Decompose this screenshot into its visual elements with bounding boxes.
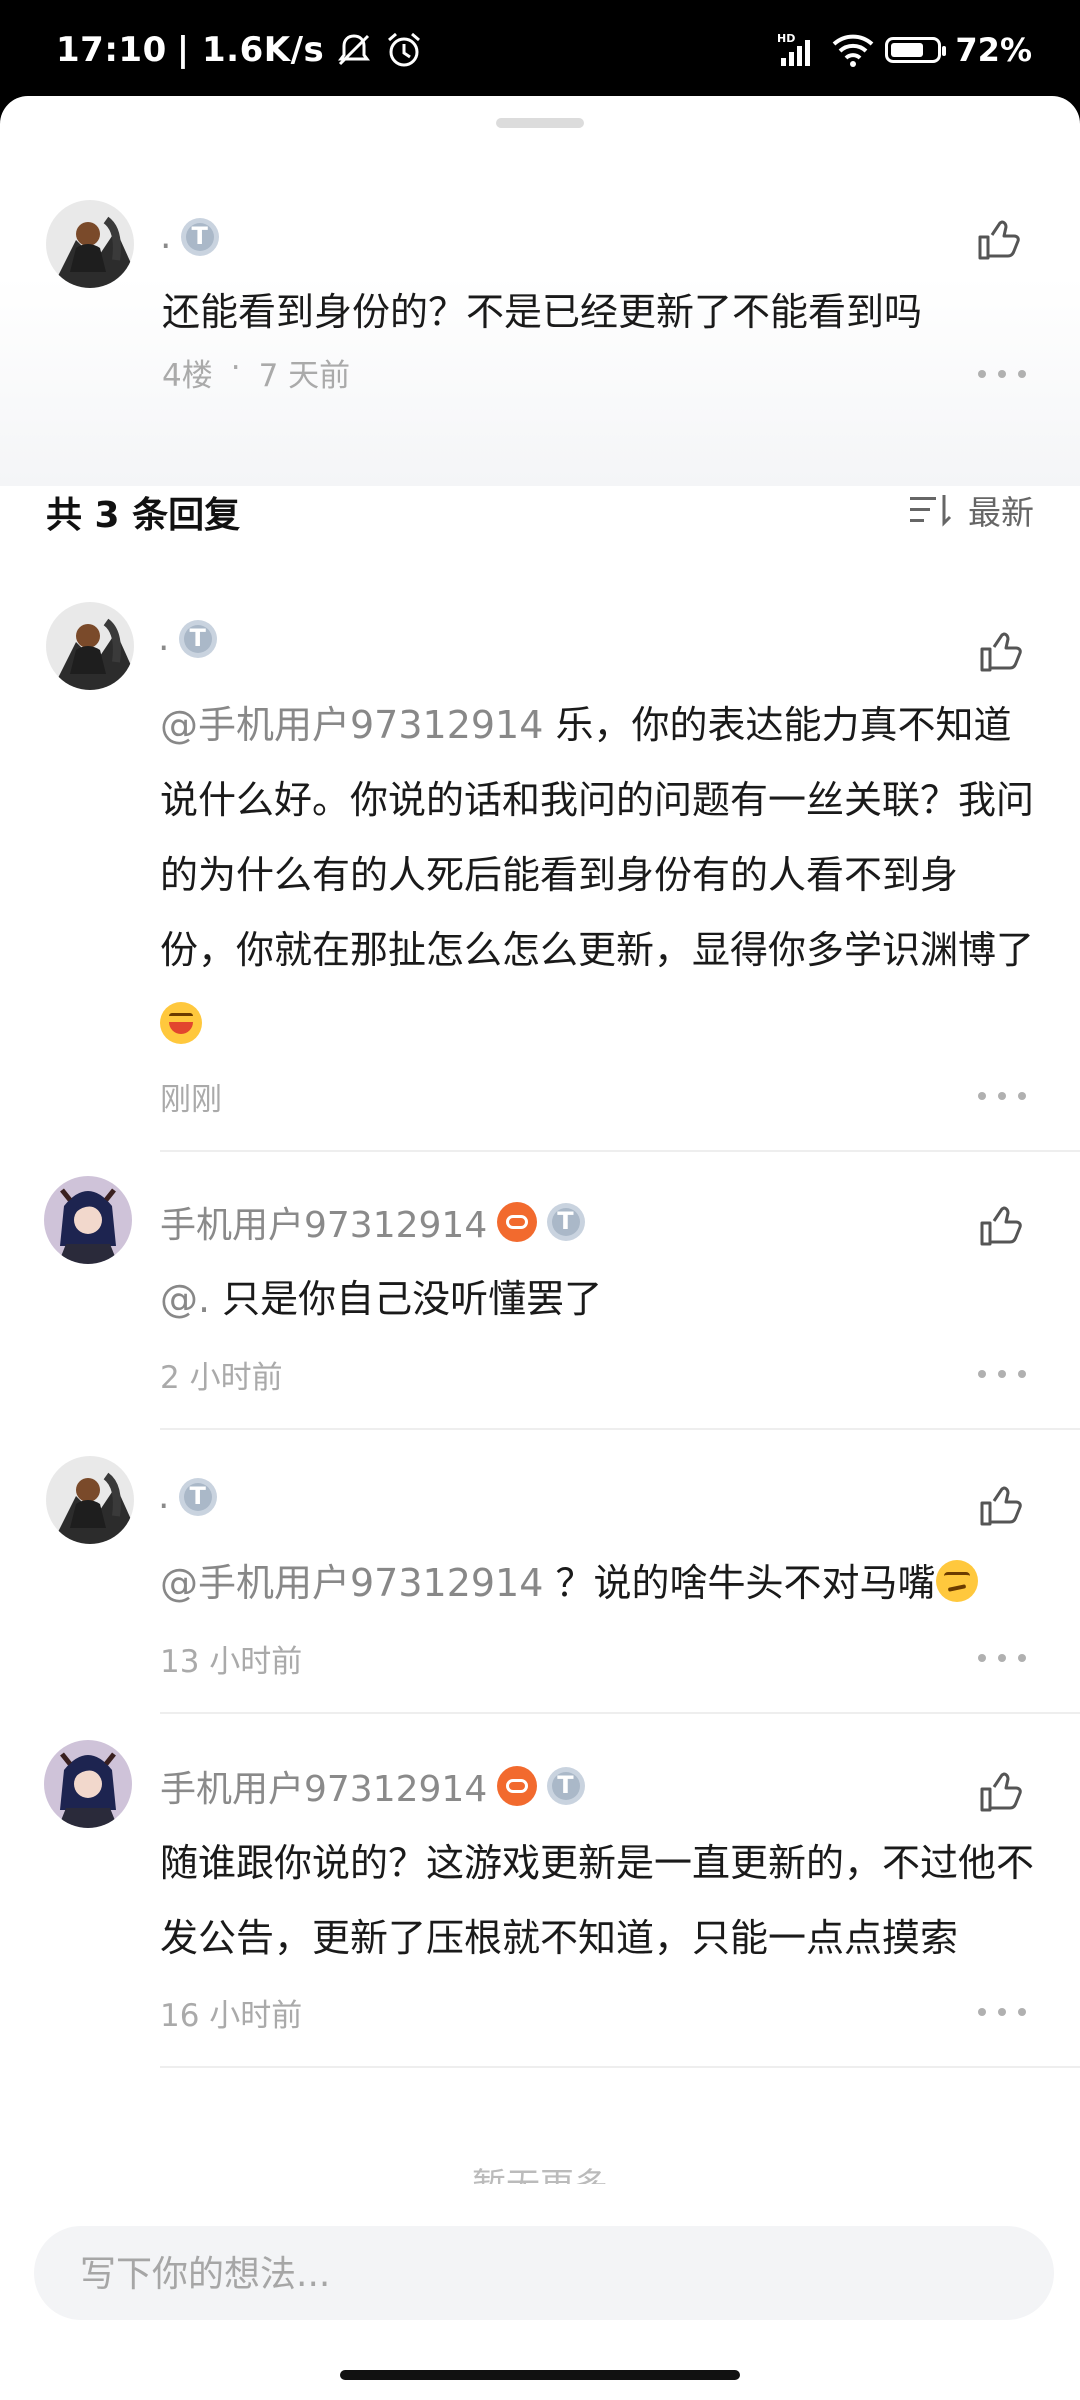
- more-options-icon[interactable]: [978, 1090, 1026, 1102]
- more-options-icon[interactable]: [978, 1368, 1026, 1380]
- meta-dot: ·: [230, 350, 241, 386]
- level-badge-icon: [547, 1203, 586, 1241]
- sort-label: 最新: [968, 493, 1034, 532]
- mention-link[interactable]: @手机用户97312914: [160, 1561, 543, 1605]
- alarm-icon: [384, 30, 424, 70]
- timestamp: 2 小时前: [160, 1360, 283, 1396]
- avatar[interactable]: [44, 1176, 132, 1264]
- battery-level: [891, 43, 924, 57]
- reply-line: 说什么好。你说的话和我问的问题有一丝关联？我问: [160, 778, 1035, 822]
- like-icon[interactable]: [976, 628, 1024, 676]
- more-options-icon[interactable]: [978, 1652, 1026, 1664]
- comment-input[interactable]: [78, 2226, 982, 2322]
- username[interactable]: .: [158, 618, 169, 659]
- timestamp: 16 小时前: [160, 1998, 303, 2034]
- timestamp: 刚刚: [160, 1082, 222, 1118]
- reply-author: .: [158, 618, 218, 659]
- reply-author: .: [158, 1476, 218, 1517]
- hd-signal-icon: HD: [777, 30, 817, 70]
- like-icon[interactable]: [974, 216, 1022, 264]
- sort-button[interactable]: 最新: [910, 486, 1034, 534]
- timestamp: 13 小时前: [160, 1644, 303, 1680]
- reply-line: 只是你自己没听懂罢了: [210, 1277, 603, 1321]
- network-speed: | 1.6K/s: [176, 30, 325, 70]
- avatar[interactable]: [44, 1740, 132, 1828]
- svg-text:HD: HD: [777, 32, 795, 45]
- username[interactable]: 手机用户97312914: [160, 1196, 487, 1248]
- comment-text: 还能看到身份的？不是已经更新了不能看到吗: [162, 290, 923, 334]
- game-badge-icon: [497, 1766, 538, 1806]
- avatar[interactable]: [46, 602, 134, 690]
- reply-text: @手机用户97312914 乐，你的表达能力真不知道 说什么好。你说的话和我问的…: [160, 688, 1060, 1063]
- reply-line: 随谁跟你说的？这游戏更新是一直更新的，不过他不: [160, 1841, 1035, 1885]
- reply-line: ？说的啥牛头不对马嘴: [543, 1561, 936, 1605]
- more-options-icon[interactable]: [978, 368, 1026, 380]
- reply-line: 发公告，更新了压根就不知道，只能一点点摸索: [160, 1916, 959, 1960]
- laughing-emoji-icon: [160, 1002, 202, 1044]
- username[interactable]: 手机用户97312914: [160, 1760, 487, 1812]
- mute-bell-icon: [334, 30, 374, 70]
- status-bar: 17:10 | 1.6K/s HD 72%: [0, 0, 1080, 96]
- level-badge-icon: [181, 217, 220, 256]
- level-badge-icon: [179, 1477, 218, 1516]
- reply-line: 份，你就在那扯怎么怎么更新，显得你多学识渊博了: [160, 928, 1035, 972]
- reply-line: 的为什么有的人死后能看到身份有的人看不到身: [160, 853, 959, 897]
- level-badge-icon: [179, 619, 218, 658]
- reply-author: 手机用户97312914: [160, 1196, 586, 1248]
- reply-text: @手机用户97312914 ？说的啥牛头不对马嘴: [160, 1546, 978, 1621]
- drag-handle[interactable]: [496, 118, 584, 128]
- status-left: 17:10 | 1.6K/s: [56, 30, 424, 70]
- avatar[interactable]: [46, 200, 134, 288]
- wifi-icon: [831, 30, 874, 70]
- more-options-icon[interactable]: [978, 2006, 1026, 2018]
- like-icon[interactable]: [976, 1202, 1024, 1250]
- divider: [160, 1150, 1080, 1152]
- reply-author: 手机用户97312914: [160, 1760, 586, 1812]
- home-indicator[interactable]: [340, 2370, 740, 2380]
- mention-link[interactable]: @.: [160, 1277, 210, 1321]
- mention-link[interactable]: @手机用户97312914: [160, 703, 543, 747]
- reply-line: 乐，你的表达能力真不知道: [543, 703, 1012, 747]
- sort-icon: [910, 493, 952, 527]
- reply-count: 共 3 条回复: [46, 495, 241, 536]
- comment-sheet: . 还能看到身份的？不是已经更新了不能看到吗 4楼 · 7 天前 共 3 条回复…: [0, 96, 1080, 2400]
- username[interactable]: .: [158, 1476, 169, 1517]
- divider: [160, 2066, 1080, 2068]
- divider: [160, 1712, 1080, 1714]
- battery-icon: [885, 37, 947, 63]
- comment-author: .: [160, 216, 220, 257]
- timestamp: 7 天前: [258, 358, 351, 394]
- divider: [160, 1428, 1080, 1430]
- avatar[interactable]: [46, 1456, 134, 1544]
- load-more-text: 暂无更多: [0, 2158, 1080, 2184]
- reply-text: 随谁跟你说的？这游戏更新是一直更新的，不过他不 发公告，更新了压根就不知道，只能…: [160, 1826, 1060, 1976]
- like-icon[interactable]: [976, 1768, 1024, 1816]
- battery-percent: 72%: [955, 31, 1032, 69]
- comment-input-container[interactable]: [34, 2226, 1054, 2322]
- game-badge-icon: [497, 1202, 538, 1242]
- squint-emoji-icon: [935, 1560, 978, 1602]
- level-badge-icon: [547, 1767, 586, 1805]
- status-right: HD 72%: [777, 30, 1032, 70]
- like-icon[interactable]: [976, 1482, 1024, 1530]
- clock: 17:10: [56, 30, 167, 70]
- reply-text: @. 只是你自己没听懂罢了: [160, 1262, 602, 1337]
- main-comment: . 还能看到身份的？不是已经更新了不能看到吗 4楼 · 7 天前: [0, 136, 1080, 486]
- comment-meta: 4楼 · 7 天前: [162, 350, 350, 395]
- floor-label: 4楼: [162, 358, 213, 394]
- username[interactable]: .: [160, 216, 171, 257]
